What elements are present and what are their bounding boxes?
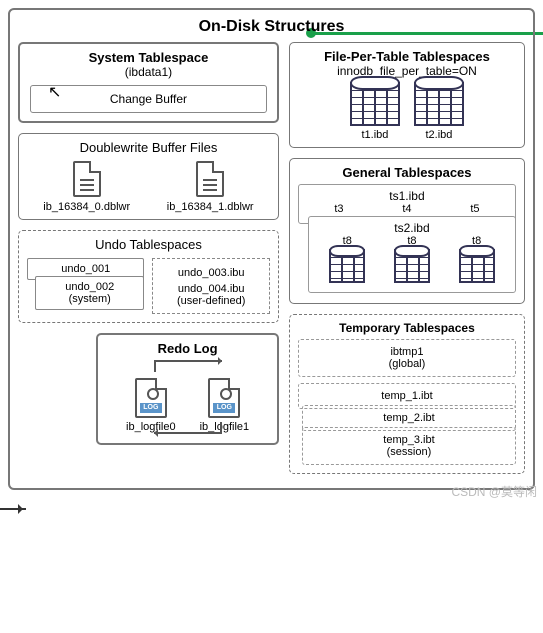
tablespace-icon xyxy=(459,249,495,283)
on-disk-structures-container: On-Disk Structures ↖ System Tablespace (… xyxy=(8,8,535,490)
temporary-tablespaces-panel: Temporary Tablespaces ibtmp1 (global) te… xyxy=(289,314,525,474)
system-tablespace-title: System Tablespace xyxy=(26,50,271,65)
tablespace-icon xyxy=(394,249,430,283)
file-label: t2.ibd xyxy=(414,129,464,141)
temp-title: Temporary Tablespaces xyxy=(296,321,518,335)
doublewrite-panel: Doublewrite Buffer Files ib_16384_0.dblw… xyxy=(18,133,279,220)
general-group-1: ts2.ibd t8 t8 t8 xyxy=(308,216,516,293)
general-tablespaces-panel: General Tablespaces ts1.ibd t3 t4 t5 ts2… xyxy=(289,158,525,304)
undo-system-group: undo_001 undo_002 (system) xyxy=(27,258,144,314)
fpt-setting: innodb_file_per_table=ON xyxy=(296,64,518,78)
tablespace-icon xyxy=(414,82,464,126)
table-name: t3 xyxy=(334,203,343,215)
doublewrite-file-1: ib_16384_1.dblwr xyxy=(167,161,254,213)
log-file-icon: LOG xyxy=(208,378,240,418)
table-name: t4 xyxy=(402,203,411,215)
temp-global: ibtmp1 (global) xyxy=(298,339,516,377)
redo-file-1: LOG ib_logfile1 xyxy=(200,378,250,433)
file-label: t1.ibd xyxy=(350,129,400,141)
arrow-into-redo xyxy=(0,508,26,510)
redo-log-panel: Redo Log LOG ib_logfile0 xyxy=(96,333,279,445)
system-tablespace-subtitle: (ibdata1) xyxy=(26,65,271,79)
fpt-file-0: t1.ibd xyxy=(350,82,400,141)
undo-title: Undo Tablespaces xyxy=(25,237,272,252)
doublewrite-file-0: ib_16384_0.dblwr xyxy=(43,161,130,213)
undo-tablespaces-panel: Undo Tablespaces undo_001 undo_002 (syst… xyxy=(18,230,279,323)
document-icon xyxy=(196,161,224,197)
undo-user-group: undo_003.ibu undo_004.ibu (user-defined) xyxy=(152,258,269,314)
change-buffer-box: Change Buffer xyxy=(30,85,267,113)
doublewrite-title: Doublewrite Buffer Files xyxy=(25,140,272,155)
fpt-file-1: t2.ibd xyxy=(414,82,464,141)
ts-name: ts1.ibd xyxy=(305,189,509,203)
temp-session-file: temp_3.ibt (session) xyxy=(302,427,516,465)
fpt-title: File-Per-Table Tablespaces xyxy=(296,49,518,64)
file-label: ib_16384_1.dblwr xyxy=(167,201,254,213)
undo-user-box: undo_003.ibu undo_004.ibu (user-defined) xyxy=(152,258,269,314)
watermark: CSDN @莫等闲 xyxy=(451,483,537,500)
redo-file-0: LOG ib_logfile0 xyxy=(126,378,176,433)
file-per-table-panel: File-Per-Table Tablespaces innodb_file_p… xyxy=(289,42,525,148)
tablespace-icon xyxy=(329,249,365,283)
table-name: t5 xyxy=(470,203,479,215)
tablespace-icon xyxy=(350,82,400,126)
ts-name: ts2.ibd xyxy=(315,221,509,235)
document-icon xyxy=(73,161,101,197)
main-title: On-Disk Structures xyxy=(18,18,525,36)
system-tablespace-panel: ↖ System Tablespace (ibdata1) Change Buf… xyxy=(18,42,279,123)
general-title: General Tablespaces xyxy=(296,165,518,180)
redo-cycle-arrows xyxy=(148,360,228,376)
undo-file: undo_002 (system) xyxy=(35,276,144,310)
file-label: ib_16384_0.dblwr xyxy=(43,201,130,213)
log-file-icon: LOG xyxy=(135,378,167,418)
redo-title: Redo Log xyxy=(104,341,271,356)
temp-session-group: temp_1.ibt temp_2.ibt temp_3.ibt (sessio… xyxy=(296,383,518,465)
